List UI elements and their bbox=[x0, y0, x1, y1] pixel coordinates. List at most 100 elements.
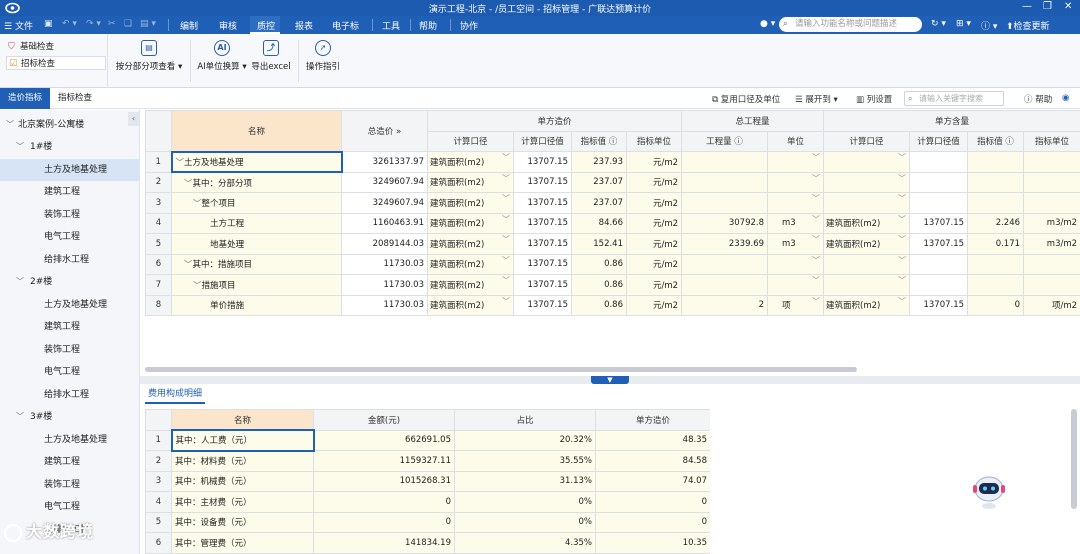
index-unit-cell[interactable]: 元/m2 bbox=[625, 294, 683, 316]
basis-value-header[interactable]: 计算口径值 bbox=[513, 130, 572, 152]
unit-select[interactable]: ﹀ bbox=[767, 253, 825, 275]
index-value2-header[interactable]: 指标值 ⓘ bbox=[967, 130, 1025, 152]
name-cell[interactable]: 其中：管理费（元） bbox=[171, 532, 314, 554]
tab-report[interactable]: 报表 bbox=[295, 19, 313, 32]
cut-icon[interactable]: ✂ bbox=[108, 19, 116, 29]
sync-icon[interactable]: ↻ ▾ bbox=[931, 19, 946, 29]
unit-select[interactable]: m3 ﹀ bbox=[767, 233, 825, 255]
assistant-icon[interactable]: ◉ bbox=[1062, 93, 1069, 103]
chevron-down-icon[interactable]: ﹀ bbox=[193, 199, 202, 209]
collapse-panel-icon[interactable]: ‹ bbox=[128, 112, 139, 126]
name-cell[interactable]: 其中：人工费（元） bbox=[170, 429, 315, 452]
index-unit2-cell[interactable]: m3/m2 bbox=[1023, 212, 1080, 234]
tab-tools[interactable]: 工具 bbox=[382, 19, 400, 32]
index-unit-cell[interactable]: 元/m2 bbox=[625, 192, 683, 214]
qty-cell[interactable]: 2339.69 bbox=[681, 233, 769, 255]
help-button[interactable]: ⓘ 帮助 bbox=[1024, 93, 1052, 105]
calc-basis2-select[interactable]: 建筑面积(m2) ﹀ bbox=[823, 233, 911, 255]
qty-cell[interactable] bbox=[681, 192, 769, 214]
calc-basis2-select[interactable]: ﹀ bbox=[823, 253, 911, 275]
horizontal-scrollbar[interactable] bbox=[145, 367, 857, 372]
calc-basis-select[interactable]: 建筑面积(m2) ﹀ bbox=[427, 274, 514, 296]
tree-building-1[interactable]: ﹀ 1#楼 bbox=[0, 136, 140, 158]
table-row[interactable]: 1 其中：人工费（元） 662691.05 20.32% 48.35 bbox=[145, 429, 710, 452]
calc-basis-select[interactable]: 建筑面积(m2) ﹀ bbox=[427, 233, 514, 255]
index-unit2-cell[interactable] bbox=[1023, 151, 1080, 173]
qty-cell[interactable] bbox=[681, 151, 769, 173]
unit-select[interactable]: 项 ﹀ bbox=[767, 294, 825, 316]
index-unit-cell[interactable]: 元/m2 bbox=[625, 212, 683, 234]
name-header[interactable]: 名称 bbox=[171, 110, 342, 152]
index-unit2-cell[interactable] bbox=[1023, 253, 1080, 275]
table-row[interactable]: 6 ﹀其中：措施项目 11730.03 建筑面积(m2) ﹀ 13707.15 0.86 元/… bbox=[145, 253, 1080, 275]
index-unit-cell[interactable]: 元/m2 bbox=[625, 151, 683, 173]
calc-basis-header[interactable]: 计算口径 bbox=[427, 130, 514, 152]
file-menu[interactable]: ☰ 文件 bbox=[4, 19, 33, 32]
view-by-section-button[interactable]: ▤ 按分部分项查看 ▾ bbox=[114, 40, 184, 72]
calc-basis2-select[interactable]: ﹀ bbox=[823, 192, 911, 214]
chevron-down-icon[interactable]: ﹀ bbox=[184, 260, 193, 270]
name-cell[interactable]: ﹀土方及地基处理 bbox=[170, 150, 343, 173]
tree-building-3[interactable]: ﹀ 3#楼 bbox=[0, 406, 140, 428]
calc-basis2-header[interactable]: 计算口径 bbox=[823, 130, 911, 152]
copy-icon[interactable]: ❏ bbox=[124, 19, 132, 29]
unit-select[interactable]: ﹀ bbox=[767, 171, 825, 193]
column-settings-button[interactable]: ▥ 列设置 bbox=[856, 93, 892, 105]
minimize-icon[interactable]: — bbox=[1022, 1, 1032, 12]
index-unit-cell[interactable]: 元/m2 bbox=[625, 253, 683, 275]
unit-cost-header[interactable]: 单方造价 bbox=[595, 409, 710, 431]
help-circle-icon[interactable]: ⓘ ▾ bbox=[981, 19, 997, 32]
qty-cell[interactable] bbox=[681, 171, 769, 193]
user-avatar-icon[interactable]: ● ▾ bbox=[760, 19, 775, 29]
tree-item[interactable]: 装饰工程 bbox=[0, 339, 140, 361]
name-cell[interactable]: ﹀措施项目 bbox=[171, 274, 342, 296]
table-row[interactable]: 3 其中：机械费（元） 1015268.31 31.13% 74.07 bbox=[145, 470, 710, 492]
tree-item[interactable]: 装饰工程 bbox=[0, 474, 140, 496]
ai-unit-convert-button[interactable]: AI AI单位换算 ▾ bbox=[196, 40, 248, 72]
calc-basis-select[interactable]: 建筑面积(m2) ﹀ bbox=[427, 294, 514, 316]
total-cost-header[interactable]: 总造价 » bbox=[341, 110, 428, 152]
export-excel-button[interactable]: ⤴ 导出excel bbox=[250, 40, 292, 72]
function-search-input[interactable]: ⌕ 请输入功能名称或问题描述 bbox=[779, 17, 922, 32]
tab-index-check[interactable]: 指标检查 bbox=[50, 88, 100, 109]
name-header[interactable]: 名称 bbox=[171, 409, 314, 431]
index-unit-cell[interactable]: 元/m2 bbox=[625, 233, 683, 255]
tab-quality-control[interactable]: 质控 bbox=[257, 19, 275, 32]
name-cell[interactable]: 单价措施 bbox=[171, 294, 342, 316]
table-row[interactable]: 3 ﹀整个项目 3249607.94 建筑面积(m2) ﹀ 13707.15 237.07 元… bbox=[145, 192, 1080, 214]
qty-cell[interactable] bbox=[681, 274, 769, 296]
qty-cell[interactable]: 30792.8 bbox=[681, 212, 769, 234]
chevron-down-icon[interactable]: ﹀ bbox=[193, 281, 202, 291]
calc-basis-select[interactable]: 建筑面积(m2) ﹀ bbox=[427, 171, 514, 193]
table-row[interactable]: 2 其中：材料费（元） 1159327.11 35.55% 84.58 bbox=[145, 450, 710, 472]
bid-check-item[interactable]: ☑ 招标检查 bbox=[6, 56, 106, 70]
robot-assistant-icon[interactable] bbox=[972, 470, 1006, 510]
basic-check-item[interactable]: ⛉ 基础检查 bbox=[6, 40, 106, 54]
tree-item[interactable]: 土方及地基处理 bbox=[0, 159, 140, 181]
name-cell[interactable]: 土方工程 bbox=[171, 212, 342, 234]
calc-basis-select[interactable]: 建筑面积(m2) ﹀ bbox=[427, 192, 514, 214]
expand-to-button[interactable]: ☰ 展开到 ▾ bbox=[795, 93, 838, 105]
unit-select[interactable]: m3 ﹀ bbox=[767, 212, 825, 234]
qty-header[interactable]: 工程量 ⓘ bbox=[681, 130, 769, 152]
index-unit2-cell[interactable] bbox=[1023, 274, 1080, 296]
tree-item[interactable]: 建筑工程 bbox=[0, 451, 140, 473]
calc-basis-select[interactable]: 建筑面积(m2) ﹀ bbox=[427, 212, 514, 234]
tree-item[interactable]: 建筑工程 bbox=[0, 181, 140, 203]
table-row[interactable]: 2 ﹀其中：分部分项 3249607.94 建筑面积(m2) ﹀ 13707.15 237.… bbox=[145, 171, 1080, 193]
name-cell[interactable]: ﹀整个项目 bbox=[171, 192, 342, 214]
name-cell[interactable]: 地基处理 bbox=[171, 233, 342, 255]
undo-icon[interactable]: ↶ ▾ bbox=[62, 19, 77, 29]
index-value-header[interactable]: 指标值 ⓘ bbox=[571, 130, 627, 152]
tab-e-bid[interactable]: 电子标 bbox=[332, 19, 359, 32]
check-update-button[interactable]: ⬆检查更新 bbox=[1006, 19, 1050, 32]
tree-item[interactable]: 给排水工程 bbox=[0, 384, 140, 406]
index-unit-cell[interactable]: 元/m2 bbox=[625, 171, 683, 193]
tree-item[interactable]: 土方及地基处理 bbox=[0, 429, 140, 451]
name-cell[interactable]: 其中：主材费（元） bbox=[171, 491, 314, 513]
tab-help[interactable]: 帮助 bbox=[419, 19, 437, 32]
unit-select[interactable]: ﹀ bbox=[767, 151, 825, 173]
name-cell[interactable]: ﹀其中：措施项目 bbox=[171, 253, 342, 275]
table-row[interactable]: 1 ﹀土方及地基处理 3261337.97 建筑面积(m2) ﹀ 13707.15 237.… bbox=[145, 150, 1080, 173]
tree-item[interactable]: 给排水工程 bbox=[0, 249, 140, 271]
